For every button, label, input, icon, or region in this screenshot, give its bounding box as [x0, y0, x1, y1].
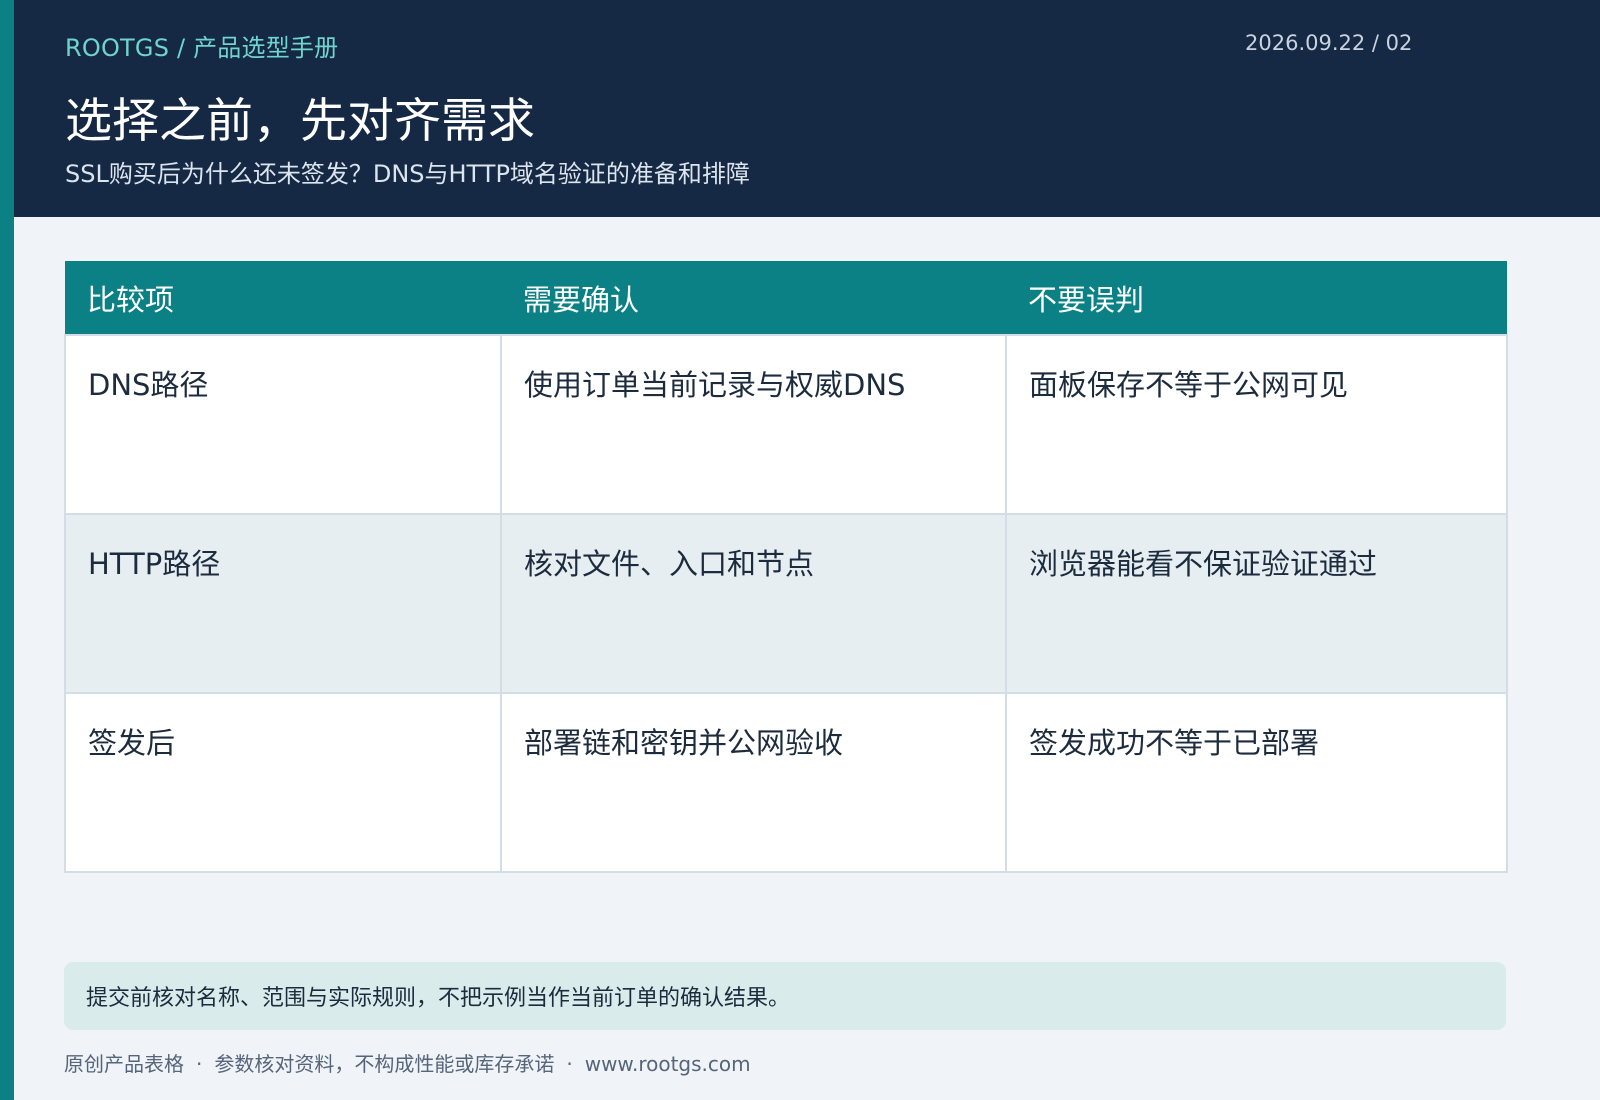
column-header: 不要误判 [1006, 261, 1507, 335]
footer: 原创产品表格 · 参数核对资料，不构成性能或库存承诺 · www.rootgs.com [64, 1048, 751, 1077]
header-banner: ROOTGS / 产品选型手册 2026.09.22 / 02 选择之前，先对齐… [14, 0, 1600, 217]
column-header: 比较项 [65, 261, 501, 335]
note-callout: 提交前核对名称、范围与实际规则，不把示例当作当前订单的确认结果。 [64, 962, 1506, 1030]
page-index: 2026.09.22 / 02 [1245, 31, 1413, 55]
table-row: DNS路径 使用订单当前记录与权威DNS 面板保存不等于公网可见 [64, 334, 1508, 515]
comparison-table: 比较项 需要确认 不要误判 DNS路径 使用订单当前记录与权威DNS 面板保存不… [64, 261, 1508, 873]
table-cell: 面板保存不等于公网可见 [1005, 334, 1508, 515]
table-cell: 使用订单当前记录与权威DNS [500, 334, 1007, 515]
table-cell: 部署链和密钥并公网验收 [500, 692, 1007, 873]
column-header: 需要确认 [501, 261, 1006, 335]
footer-separator: · [196, 1052, 203, 1076]
table-row: 签发后 部署链和密钥并公网验收 签发成功不等于已部署 [64, 692, 1508, 873]
footer-item: 原创产品表格 [64, 1052, 184, 1076]
breadcrumb: ROOTGS / 产品选型手册 [65, 34, 339, 62]
table-cell: 签发成功不等于已部署 [1005, 692, 1508, 873]
footer-separator: · [566, 1052, 573, 1076]
table-cell: HTTP路径 [64, 513, 502, 694]
page-title: 选择之前，先对齐需求 [65, 94, 535, 149]
table-cell: 核对文件、入口和节点 [500, 513, 1007, 694]
page-subtitle: SSL购买后为什么还未签发？DNS与HTTP域名验证的准备和排障 [65, 160, 750, 188]
footer-link[interactable]: www.rootgs.com [585, 1052, 751, 1076]
footer-item: 参数核对资料，不构成性能或库存承诺 [214, 1052, 555, 1076]
table-cell: 浏览器能看不保证验证通过 [1005, 513, 1508, 694]
table-cell: 签发后 [64, 692, 502, 873]
accent-bar [0, 0, 14, 1100]
table-header-row: 比较项 需要确认 不要误判 [65, 261, 1507, 335]
table-row: HTTP路径 核对文件、入口和节点 浏览器能看不保证验证通过 [64, 513, 1508, 694]
page: ROOTGS / 产品选型手册 2026.09.22 / 02 选择之前，先对齐… [0, 0, 1600, 1100]
table-cell: DNS路径 [64, 334, 502, 515]
